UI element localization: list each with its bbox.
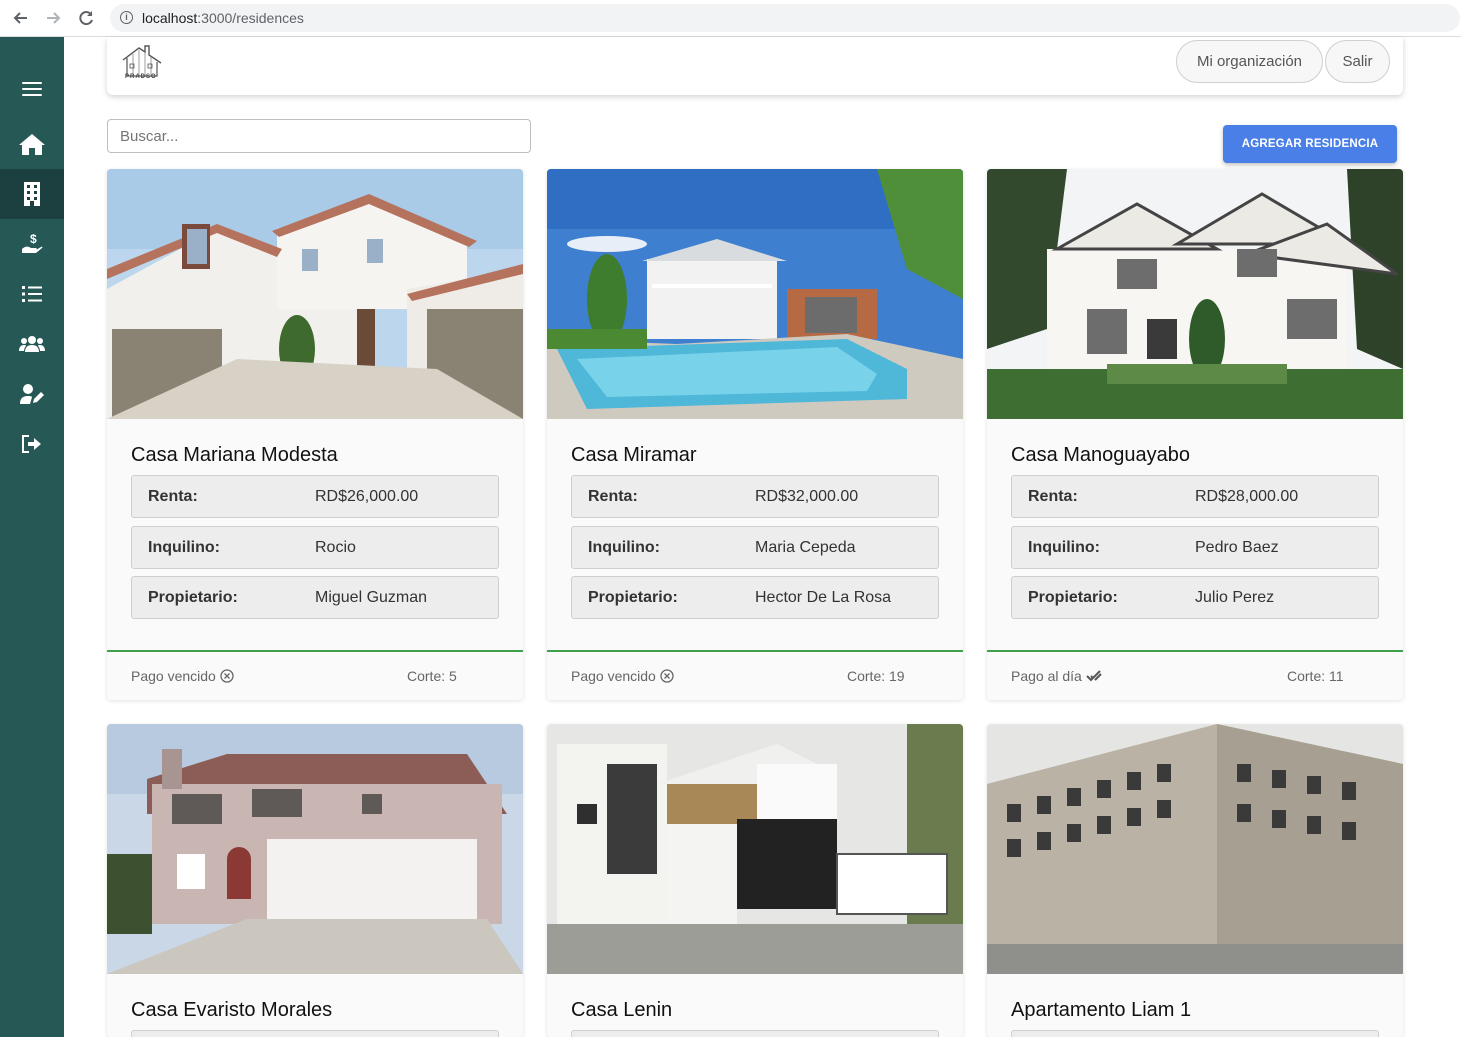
browser-toolbar: i localhost:3000/residences <box>0 0 1461 37</box>
tenant-value: Pedro Baez <box>1195 539 1279 556</box>
rent-row <box>131 1030 499 1037</box>
residence-photo <box>107 724 523 974</box>
building-icon <box>24 182 40 206</box>
cut-day: Corte: 19 <box>847 668 905 684</box>
tenant-value: Maria Cepeda <box>755 539 856 556</box>
sidebar-item-residences[interactable] <box>0 169 64 219</box>
tenant-label: Inquilino: <box>588 539 660 556</box>
sidebar: $ <box>0 37 64 1037</box>
rent-value: RD$26,000.00 <box>315 488 419 505</box>
sidebar-item-logout[interactable] <box>0 419 64 469</box>
residence-title: Casa Evaristo Morales <box>131 999 333 1021</box>
double-check-icon <box>1086 670 1102 682</box>
my-organization-button[interactable]: Mi organización <box>1176 40 1323 83</box>
rent-row: Renta: RD$28,000.00 <box>1011 475 1379 518</box>
cut-day: Corte: 5 <box>407 668 457 684</box>
rent-row: Renta: RD$32,000.00 <box>571 475 939 518</box>
payment-status-text: Pago vencido <box>131 668 216 684</box>
users-icon <box>19 336 45 352</box>
user-edit-icon <box>20 384 44 404</box>
residence-title: Casa Miramar <box>571 444 697 466</box>
residence-title: Casa Lenin <box>571 999 673 1021</box>
residence-card[interactable]: Casa Manoguayabo Renta: RD$28,000.00 Inq… <box>987 169 1403 700</box>
tenant-row: Inquilino: Maria Cepeda <box>571 526 939 569</box>
url-text: localhost:3000/residences <box>142 10 304 26</box>
owner-row: Propietario: Hector De La Rosa <box>571 576 939 619</box>
owner-row: Propietario: Julio Perez <box>1011 576 1379 619</box>
list-icon <box>22 286 42 302</box>
tenant-label: Inquilino: <box>148 539 220 556</box>
rent-row <box>1011 1030 1379 1037</box>
svg-text:$: $ <box>30 232 37 246</box>
rent-row <box>571 1030 939 1037</box>
house-logo-icon <box>122 45 162 77</box>
cut-day: Corte: 11 <box>1287 668 1344 684</box>
address-bar[interactable]: i localhost:3000/residences <box>110 4 1460 32</box>
arrow-left-icon[interactable] <box>10 7 32 29</box>
payment-status: Pago al día <box>1011 668 1102 684</box>
owner-label: Propietario: <box>1028 589 1118 606</box>
logo-text: PRADSO <box>125 74 157 80</box>
sidebar-item-home[interactable] <box>0 119 64 169</box>
x-circle-icon <box>220 669 234 683</box>
sign-out-icon <box>22 435 41 453</box>
residence-card[interactable]: Casa Miramar Renta: RD$32,000.00 Inquili… <box>547 169 963 700</box>
rent-label: Renta: <box>148 488 198 505</box>
residence-title: Casa Mariana Modesta <box>131 444 338 466</box>
sidebar-item-users[interactable] <box>0 319 64 369</box>
home-icon <box>19 134 45 155</box>
residence-title: Casa Manoguayabo <box>1011 444 1191 466</box>
tenant-row: Inquilino: Rocio <box>131 526 499 569</box>
sidebar-item-user-edit[interactable] <box>0 369 64 419</box>
card-divider <box>987 650 1403 652</box>
x-circle-icon <box>660 669 674 683</box>
tenant-value: Rocio <box>315 539 356 556</box>
payment-status: Pago vencido <box>131 668 234 684</box>
residence-photo <box>107 169 523 419</box>
residence-title: Apartamento Liam 1 <box>1011 999 1192 1021</box>
owner-label: Propietario: <box>588 589 678 606</box>
owner-label: Propietario: <box>148 589 238 606</box>
card-divider <box>547 650 963 652</box>
rent-value: RD$32,000.00 <box>755 488 859 505</box>
sidebar-item-payments[interactable]: $ <box>0 219 64 269</box>
residence-photo <box>547 724 963 974</box>
payment-status-text: Pago vencido <box>571 668 656 684</box>
tenant-label: Inquilino: <box>1028 539 1100 556</box>
add-residence-button[interactable]: AGREGAR RESIDENCIA <box>1223 125 1397 163</box>
residence-card[interactable]: Casa Mariana Modesta Renta: RD$26,000.00… <box>107 169 523 700</box>
rent-label: Renta: <box>1028 488 1078 505</box>
residence-photo <box>547 169 963 419</box>
top-navbar: PRADSO Mi organización Salir <box>107 37 1403 95</box>
card-divider <box>107 650 523 652</box>
owner-value: Hector De La Rosa <box>755 589 892 606</box>
tenant-row: Inquilino: Pedro Baez <box>1011 526 1379 569</box>
reload-icon[interactable] <box>75 7 97 29</box>
residence-card[interactable]: Casa Lenin <box>547 724 963 1037</box>
owner-value: Miguel Guzman <box>315 589 428 606</box>
payment-status-text: Pago al día <box>1011 668 1082 684</box>
search-input[interactable] <box>107 119 531 153</box>
arrow-right-icon[interactable] <box>42 7 64 29</box>
owner-value: Julio Perez <box>1195 589 1275 606</box>
info-icon[interactable]: i <box>120 11 133 24</box>
residence-card[interactable]: Casa Evaristo Morales <box>107 724 523 1037</box>
hamburger-menu-icon[interactable] <box>0 64 64 114</box>
owner-row: Propietario: Miguel Guzman <box>131 576 499 619</box>
sidebar-item-list[interactable] <box>0 269 64 319</box>
rent-value: RD$28,000.00 <box>1195 488 1299 505</box>
rent-row: Renta: RD$26,000.00 <box>131 475 499 518</box>
hand-money-icon: $ <box>22 232 43 253</box>
residence-card[interactable]: Apartamento Liam 1 <box>987 724 1403 1037</box>
payment-status: Pago vencido <box>571 668 674 684</box>
residence-photo <box>987 724 1403 974</box>
rent-label: Renta: <box>588 488 638 505</box>
logout-button[interactable]: Salir <box>1325 40 1390 83</box>
residence-photo <box>987 169 1403 419</box>
